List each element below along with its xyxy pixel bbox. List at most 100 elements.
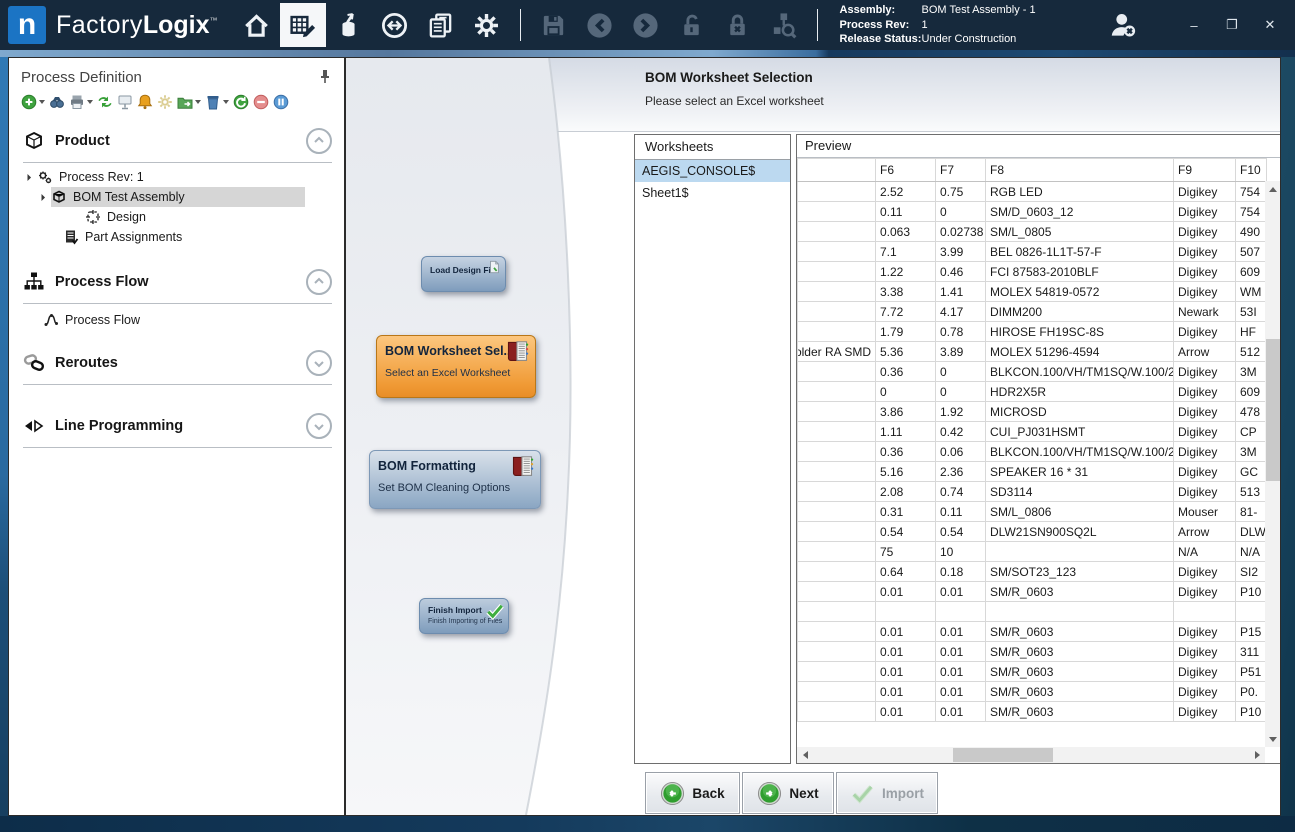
table-cell: 609 bbox=[1236, 262, 1267, 282]
flow-path-icon bbox=[43, 312, 59, 328]
step-bom-worksheet-selection[interactable]: BOM Worksheet Sel... Select an Excel Wor… bbox=[376, 335, 536, 398]
expand-down-icon[interactable] bbox=[306, 413, 332, 439]
home-icon[interactable] bbox=[234, 3, 280, 47]
options-icon[interactable] bbox=[157, 94, 173, 110]
next-button[interactable]: Next bbox=[742, 772, 834, 814]
step-load-design-files[interactable]: Load Design Files bbox=[421, 256, 506, 292]
save-icon[interactable] bbox=[531, 3, 577, 47]
section-label: Product bbox=[55, 133, 306, 149]
sync-icon[interactable] bbox=[97, 94, 113, 110]
back-button[interactable]: Back bbox=[645, 772, 740, 814]
document-icon bbox=[487, 260, 501, 279]
history-icons bbox=[531, 3, 807, 47]
table-cell: Digikey bbox=[1174, 702, 1236, 722]
collapse-up-icon[interactable] bbox=[306, 269, 332, 295]
table-row: 0.110SM/D_0603_12Digikey754 bbox=[798, 202, 1267, 222]
find-icon[interactable] bbox=[49, 94, 65, 110]
table-cell bbox=[798, 702, 876, 722]
lock-icon[interactable] bbox=[715, 3, 761, 47]
import-button[interactable]: Import bbox=[836, 772, 938, 814]
table-row bbox=[798, 602, 1267, 622]
table-cell: 0.063 bbox=[876, 222, 936, 242]
table-cell bbox=[798, 182, 876, 202]
scroll-down-icon[interactable] bbox=[1265, 731, 1281, 747]
table-row: 0.010.01SM/R_0603DigikeyP51 bbox=[798, 662, 1267, 682]
documents-icon[interactable] bbox=[418, 3, 464, 47]
stop-icon[interactable] bbox=[253, 94, 269, 110]
scroll-up-icon[interactable] bbox=[1265, 181, 1281, 197]
column-header: F8 bbox=[986, 159, 1174, 182]
table-cell: Digikey bbox=[1174, 402, 1236, 422]
tree-item-bom-assembly[interactable]: BOM Test Assembly bbox=[9, 187, 344, 207]
table-cell: 513 bbox=[1236, 482, 1267, 502]
step-finish-import[interactable]: Finish Import Finish Importing of Files bbox=[419, 598, 509, 634]
tree-item-process-flow[interactable]: Process Flow bbox=[9, 310, 344, 330]
scroll-right-icon[interactable] bbox=[1249, 747, 1265, 763]
forward-icon[interactable] bbox=[623, 3, 669, 47]
table-cell bbox=[798, 542, 876, 562]
tree-item-design[interactable]: Design bbox=[9, 207, 344, 227]
section-product[interactable]: Product bbox=[9, 118, 344, 160]
expand-down-icon[interactable] bbox=[306, 350, 332, 376]
flow-search-icon[interactable] bbox=[761, 3, 807, 47]
collapse-up-icon[interactable] bbox=[306, 128, 332, 154]
table-cell: 1.22 bbox=[876, 262, 936, 282]
export-icon[interactable] bbox=[177, 94, 201, 110]
table-cell bbox=[798, 442, 876, 462]
add-icon[interactable] bbox=[21, 94, 45, 110]
horizontal-scrollbar[interactable] bbox=[797, 747, 1265, 763]
next-arrow-icon bbox=[757, 781, 782, 806]
column-header: F6 bbox=[876, 159, 936, 182]
worksheet-item[interactable]: AEGIS_CONSOLE$ bbox=[635, 160, 790, 182]
table-row: 00HDR2X5RDigikey609 bbox=[798, 382, 1267, 402]
unlock-icon[interactable] bbox=[669, 3, 715, 47]
back-icon[interactable] bbox=[577, 3, 623, 47]
settings-icon[interactable] bbox=[464, 3, 510, 47]
window-left-border bbox=[0, 57, 8, 816]
table-cell bbox=[798, 562, 876, 582]
step-bom-formatting[interactable]: BOM Formatting Set BOM Cleaning Options bbox=[369, 450, 541, 509]
brand-tm: ™ bbox=[210, 16, 218, 25]
table-row: 7.13.99BEL 0826-1L1T-57-FDigikey507 bbox=[798, 242, 1267, 262]
vertical-scroll-thumb[interactable] bbox=[1266, 339, 1280, 481]
worksheet-item[interactable]: Sheet1$ bbox=[635, 182, 790, 204]
vertical-scrollbar[interactable] bbox=[1265, 181, 1281, 747]
maximize-button[interactable]: ❐ bbox=[1217, 12, 1247, 38]
user-logout-icon[interactable] bbox=[1101, 3, 1145, 47]
section-process-flow[interactable]: Process Flow bbox=[9, 259, 344, 301]
tree-item-part-assignments[interactable]: Part Assignments bbox=[9, 227, 344, 247]
table-cell: 311 bbox=[1236, 642, 1267, 662]
table-cell: DLW bbox=[1236, 522, 1267, 542]
table-cell: HF bbox=[1236, 322, 1267, 342]
table-cell: 0.02738 bbox=[936, 222, 986, 242]
scroll-left-icon[interactable] bbox=[797, 747, 813, 763]
table-cell: P0. bbox=[1236, 682, 1267, 702]
alerts-icon[interactable] bbox=[137, 94, 153, 110]
expander-icon[interactable] bbox=[24, 173, 31, 180]
section-line-programming[interactable]: Line Programming bbox=[9, 403, 344, 445]
product-cube-icon bbox=[23, 130, 45, 152]
minimize-button[interactable]: – bbox=[1179, 12, 1209, 38]
tree-item-process-rev[interactable]: Process Rev: 1 bbox=[9, 167, 344, 187]
table-cell: Digikey bbox=[1174, 202, 1236, 222]
close-button[interactable]: ✕ bbox=[1255, 12, 1285, 38]
table-cell: 478 bbox=[1236, 402, 1267, 422]
feeder-icon[interactable] bbox=[326, 3, 372, 47]
process-designer-icon[interactable] bbox=[280, 3, 326, 47]
column-header: F9 bbox=[1174, 159, 1236, 182]
transfer-icon[interactable] bbox=[372, 3, 418, 47]
pause-icon[interactable] bbox=[273, 94, 289, 110]
expander-icon[interactable] bbox=[38, 193, 45, 200]
delete-icon[interactable] bbox=[205, 94, 229, 110]
section-reroutes[interactable]: Reroutes bbox=[9, 340, 344, 382]
pin-icon[interactable] bbox=[316, 68, 334, 86]
display-icon[interactable] bbox=[117, 94, 133, 110]
table-cell: 0.01 bbox=[876, 702, 936, 722]
horizontal-scroll-thumb[interactable] bbox=[953, 748, 1053, 762]
print-icon[interactable] bbox=[69, 94, 93, 110]
table-cell: 2.36 bbox=[936, 462, 986, 482]
back-label: Back bbox=[692, 786, 724, 801]
table-cell: 0.36 bbox=[876, 442, 936, 462]
refresh-icon[interactable] bbox=[233, 94, 249, 110]
table-cell: 1.92 bbox=[936, 402, 986, 422]
